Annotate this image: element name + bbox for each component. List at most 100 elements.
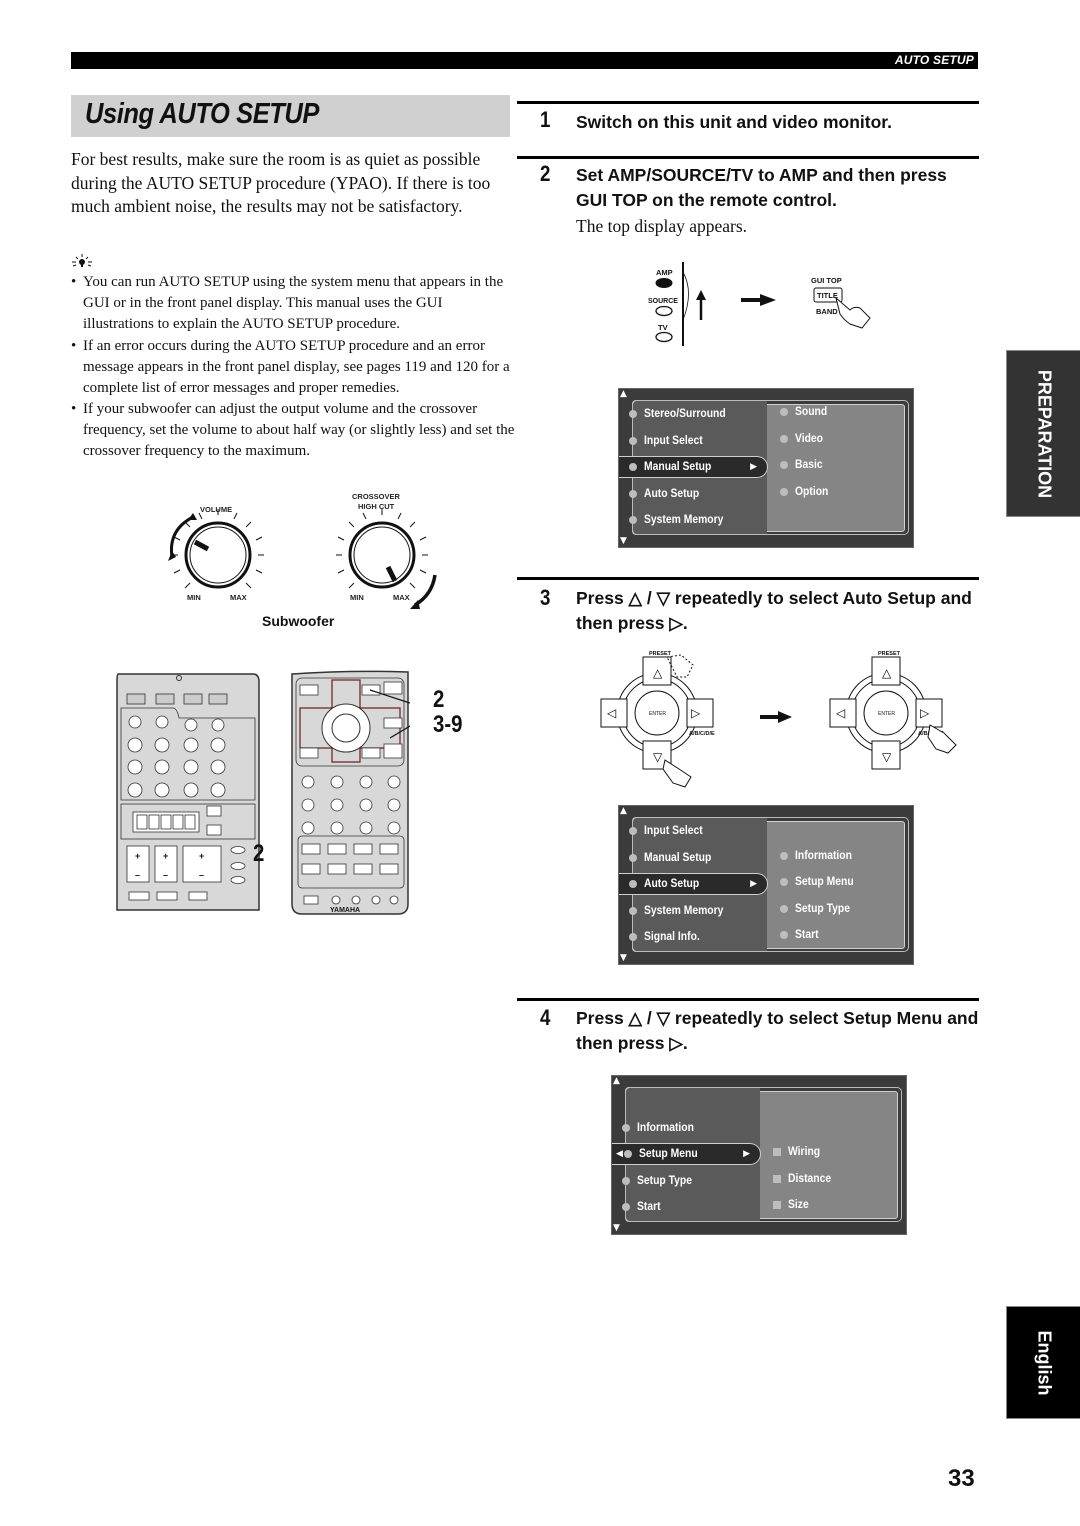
submenu-item[interactable]: Sound (780, 401, 831, 423)
title-box: Using AUTO SETUP (71, 95, 510, 137)
language-tab-label: English (1034, 1329, 1054, 1396)
menu-item[interactable]: Auto Setup (629, 483, 764, 505)
volume-label: VOLUME (200, 505, 233, 514)
bullet-square-icon (773, 1148, 781, 1156)
bullet-square-icon (773, 1201, 781, 1209)
step-4-rule (517, 998, 979, 1001)
step-1-number: 1 (540, 107, 551, 132)
submenu-item[interactable]: Option (780, 481, 832, 503)
submenu-item[interactable]: Distance (773, 1168, 836, 1190)
bullet-dot-icon (629, 906, 637, 915)
bullet-dot-icon (622, 1123, 630, 1132)
scroll-up-icon[interactable]: ▲ (613, 1077, 620, 1086)
submenu-item-label: Sound (795, 406, 828, 418)
step-1-text: Switch on this unit and video monitor. (576, 112, 892, 132)
abcde-label: A/B/C/D/E (689, 731, 715, 737)
step-3-text: Press △ / ▽ repeatedly to select Auto Se… (576, 588, 972, 633)
bullet-dot-icon (629, 853, 637, 862)
submenu-item[interactable]: Basic (780, 454, 826, 476)
arrow-right-icon (760, 294, 776, 306)
scroll-up-icon[interactable]: ▲ (620, 390, 627, 399)
tv-label: TV (658, 323, 668, 332)
menu-item-label: Manual Setup (644, 461, 712, 473)
submenu-item[interactable]: Size (773, 1194, 811, 1216)
yamaha-logo: YAMAHA (330, 907, 360, 914)
scroll-down-icon[interactable]: ▼ (620, 954, 627, 963)
menu-item-label: System Memory (644, 904, 724, 917)
language-tab-english[interactable]: English (1006, 1306, 1080, 1419)
submenu-item[interactable]: Wiring (773, 1141, 824, 1163)
tips-list: You can run AUTO SETUP using the system … (71, 272, 516, 463)
bullet-dot-icon (780, 408, 788, 416)
scroll-up-icon[interactable]: ▲ (620, 807, 627, 816)
submenu-arrow-icon: ▶ (750, 879, 757, 889)
menu-item[interactable]: Manual Setup ▶ (619, 456, 768, 478)
step-2-subtext: The top display appears. (576, 216, 748, 236)
crossover-label: CROSSOVER (352, 492, 400, 501)
submenu-item[interactable]: Start (780, 924, 821, 946)
band-label: BAND (816, 307, 838, 316)
section-tab-preparation[interactable]: PREPARATION (1006, 350, 1080, 517)
volume-max-label: MAX (230, 593, 247, 602)
step-3-rule (517, 577, 979, 580)
submenu-item-label: Size (788, 1199, 809, 1211)
step-2-rule (517, 156, 979, 159)
menu-item[interactable]: Setup Type (622, 1170, 757, 1192)
bullet-dot-icon (629, 827, 637, 835)
scroll-down-icon[interactable]: ▼ (613, 1224, 620, 1233)
submenu-item-label: Option (795, 485, 829, 498)
menu-item[interactable]: System Memory (629, 900, 764, 922)
menu-item-label: Manual Setup (644, 851, 712, 864)
bullet-dot-icon (622, 1176, 630, 1185)
menu-item[interactable]: Start (622, 1196, 757, 1218)
submenu-item-label: Start (795, 929, 819, 941)
menu-item[interactable]: Input Select (629, 430, 764, 452)
bullet-dot-icon (780, 461, 788, 469)
back-arrow-icon: ◀ (616, 1149, 623, 1159)
menu-item-label: Auto Setup (644, 878, 700, 890)
svg-text:ENTER: ENTER (878, 711, 895, 717)
submenu-item[interactable]: Setup Menu (780, 871, 860, 893)
step-4-text: Press △ / ▽ repeatedly to select Setup M… (576, 1008, 979, 1053)
menu-item[interactable]: Stereo/Surround (629, 403, 764, 425)
scroll-down-icon[interactable]: ▼ (620, 537, 627, 546)
title-button-label: TITLE (817, 291, 838, 300)
step-1-rule (517, 101, 979, 104)
arrow-right-icon (778, 711, 792, 723)
submenu-item[interactable]: Setup Type (780, 898, 856, 920)
step-2-text: Set AMP/SOURCE/TV to AMP and then press … (576, 165, 947, 210)
menu-item[interactable]: Input Select (629, 820, 764, 842)
menu-item[interactable]: Information (622, 1117, 757, 1139)
menu-item[interactable]: ◀ Setup Menu ▶ (612, 1143, 761, 1165)
submenu-arrow-icon: ▶ (743, 1149, 750, 1159)
svg-text:+: + (163, 851, 168, 861)
svg-text:▷: ▷ (920, 706, 930, 720)
tip-item: If your subwoofer can adjust the output … (71, 399, 516, 462)
submenu-item-label: Video (795, 432, 823, 445)
step-3-number: 3 (540, 585, 551, 610)
menu-item[interactable]: Manual Setup (629, 847, 764, 869)
submenu-item[interactable]: Video (780, 428, 826, 450)
menu-item-label: Information (637, 1121, 694, 1134)
submenu-item[interactable]: Information (780, 845, 858, 867)
tip-item: You can run AUTO SETUP using the system … (71, 272, 516, 335)
page-number: 33 (948, 1465, 975, 1492)
bullet-dot-icon (623, 1150, 632, 1158)
menu-item[interactable]: Signal Info. (629, 926, 764, 948)
gui-screen-top-menu: ▲ ▼ Stereo/Surround Input Select Manual Setu… (618, 388, 914, 548)
callout-steps-3-9: 3-9 (433, 711, 463, 738)
header-bar: AUTO SETUP (71, 52, 978, 69)
bullet-dot-icon (780, 851, 788, 860)
submenu-item-label: Setup Menu (795, 876, 854, 888)
bullet-square-icon (773, 1174, 781, 1183)
preset-label: PRESET (649, 651, 672, 657)
menu-item[interactable]: System Memory (629, 509, 764, 531)
svg-text:▽: ▽ (653, 750, 663, 764)
submenu-arrow-icon: ▶ (750, 462, 757, 472)
remote-control-lower-right: YAMAHA (291, 670, 410, 915)
menu-item-label: Signal Info. (644, 931, 700, 943)
bullet-dot-icon (629, 410, 637, 418)
cursor-pad-illustration: PRESET ENTER △ ▽ ◁ ▷ A/B/C/D/E PRESET EN… (600, 651, 957, 788)
menu-item[interactable]: Auto Setup ▶ (619, 873, 768, 895)
intro-paragraph: For best results, make sure the room is … (71, 149, 491, 216)
